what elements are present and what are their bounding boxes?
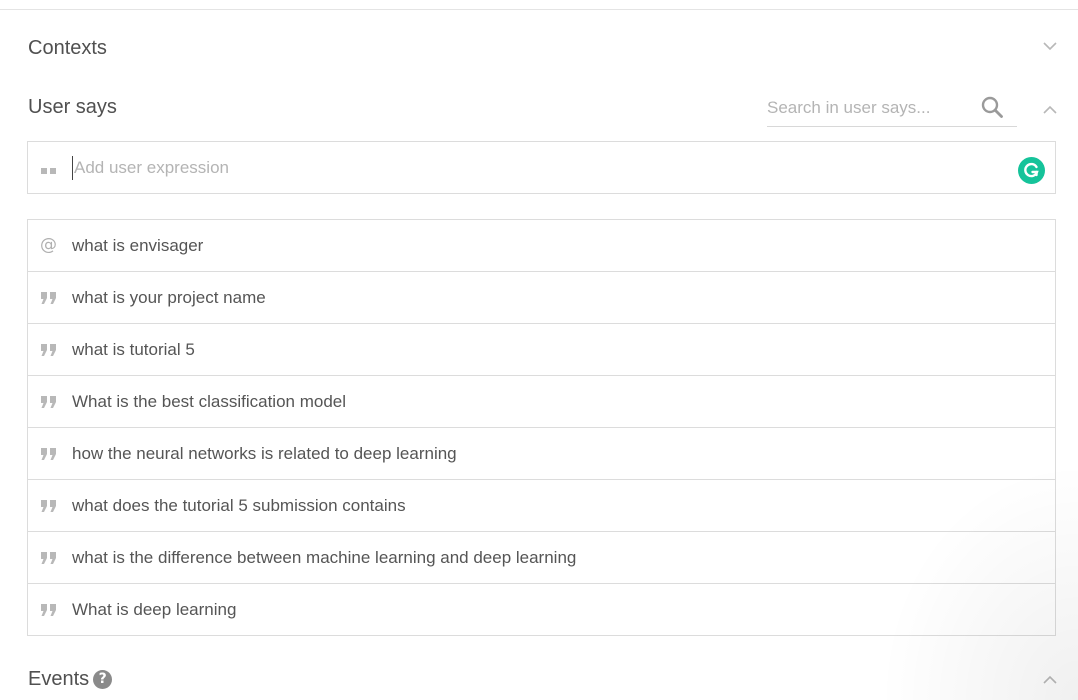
expression-row[interactable]: @ what is envisager: [28, 220, 1055, 272]
events-heading: Events?: [28, 668, 113, 691]
user-says-search: [767, 90, 1017, 127]
expression-row[interactable]: What is deep learning: [28, 584, 1055, 636]
quote-icon[interactable]: [40, 499, 58, 518]
search-input[interactable]: [767, 96, 972, 120]
quote-icon[interactable]: [40, 291, 58, 310]
intent-editor: Contexts User says @ what is envisager w…: [0, 0, 1078, 700]
expression-row[interactable]: how the neural networks is related to de…: [28, 428, 1055, 480]
expression-text[interactable]: what does the tutorial 5 submission cont…: [72, 496, 406, 516]
quote-icon[interactable]: [40, 447, 58, 466]
expression-text[interactable]: What is deep learning: [72, 600, 236, 620]
expression-row[interactable]: what is your project name: [28, 272, 1055, 324]
quote-icon[interactable]: [40, 395, 58, 414]
contexts-title[interactable]: Contexts: [28, 37, 107, 60]
expression-row[interactable]: What is the best classification model: [28, 376, 1055, 428]
add-user-expression-input[interactable]: [72, 156, 972, 180]
quote-icon[interactable]: [40, 603, 58, 622]
quote-icon[interactable]: [40, 343, 58, 362]
at-icon[interactable]: @: [40, 235, 57, 255]
expression-row[interactable]: what does the tutorial 5 submission cont…: [28, 480, 1055, 532]
grammarly-icon[interactable]: [1018, 157, 1045, 184]
events-title[interactable]: Events: [28, 668, 89, 690]
user-expression-list: @ what is envisager what is your project…: [27, 219, 1056, 636]
expression-row[interactable]: what is the difference between machine l…: [28, 532, 1055, 584]
chevron-down-icon[interactable]: [1043, 39, 1057, 53]
user-says-title: User says: [28, 96, 117, 118]
expression-text[interactable]: What is the best classification model: [72, 392, 346, 412]
expression-text[interactable]: how the neural networks is related to de…: [72, 444, 457, 464]
question-circle-icon[interactable]: ?: [93, 669, 113, 689]
search-icon[interactable]: [981, 96, 1003, 118]
quote-icon[interactable]: [40, 551, 58, 570]
chevron-up-icon[interactable]: [1043, 672, 1057, 686]
expression-text[interactable]: what is your project name: [72, 288, 266, 308]
expression-text[interactable]: what is the difference between machine l…: [72, 548, 576, 568]
quote-icon: [40, 160, 58, 174]
top-divider: [0, 9, 1078, 10]
chevron-up-icon[interactable]: [1043, 102, 1057, 116]
expression-row[interactable]: what is tutorial 5: [28, 324, 1055, 376]
add-expression-box: [27, 141, 1056, 194]
expression-text[interactable]: what is tutorial 5: [72, 340, 195, 360]
expression-text[interactable]: what is envisager: [72, 236, 203, 256]
